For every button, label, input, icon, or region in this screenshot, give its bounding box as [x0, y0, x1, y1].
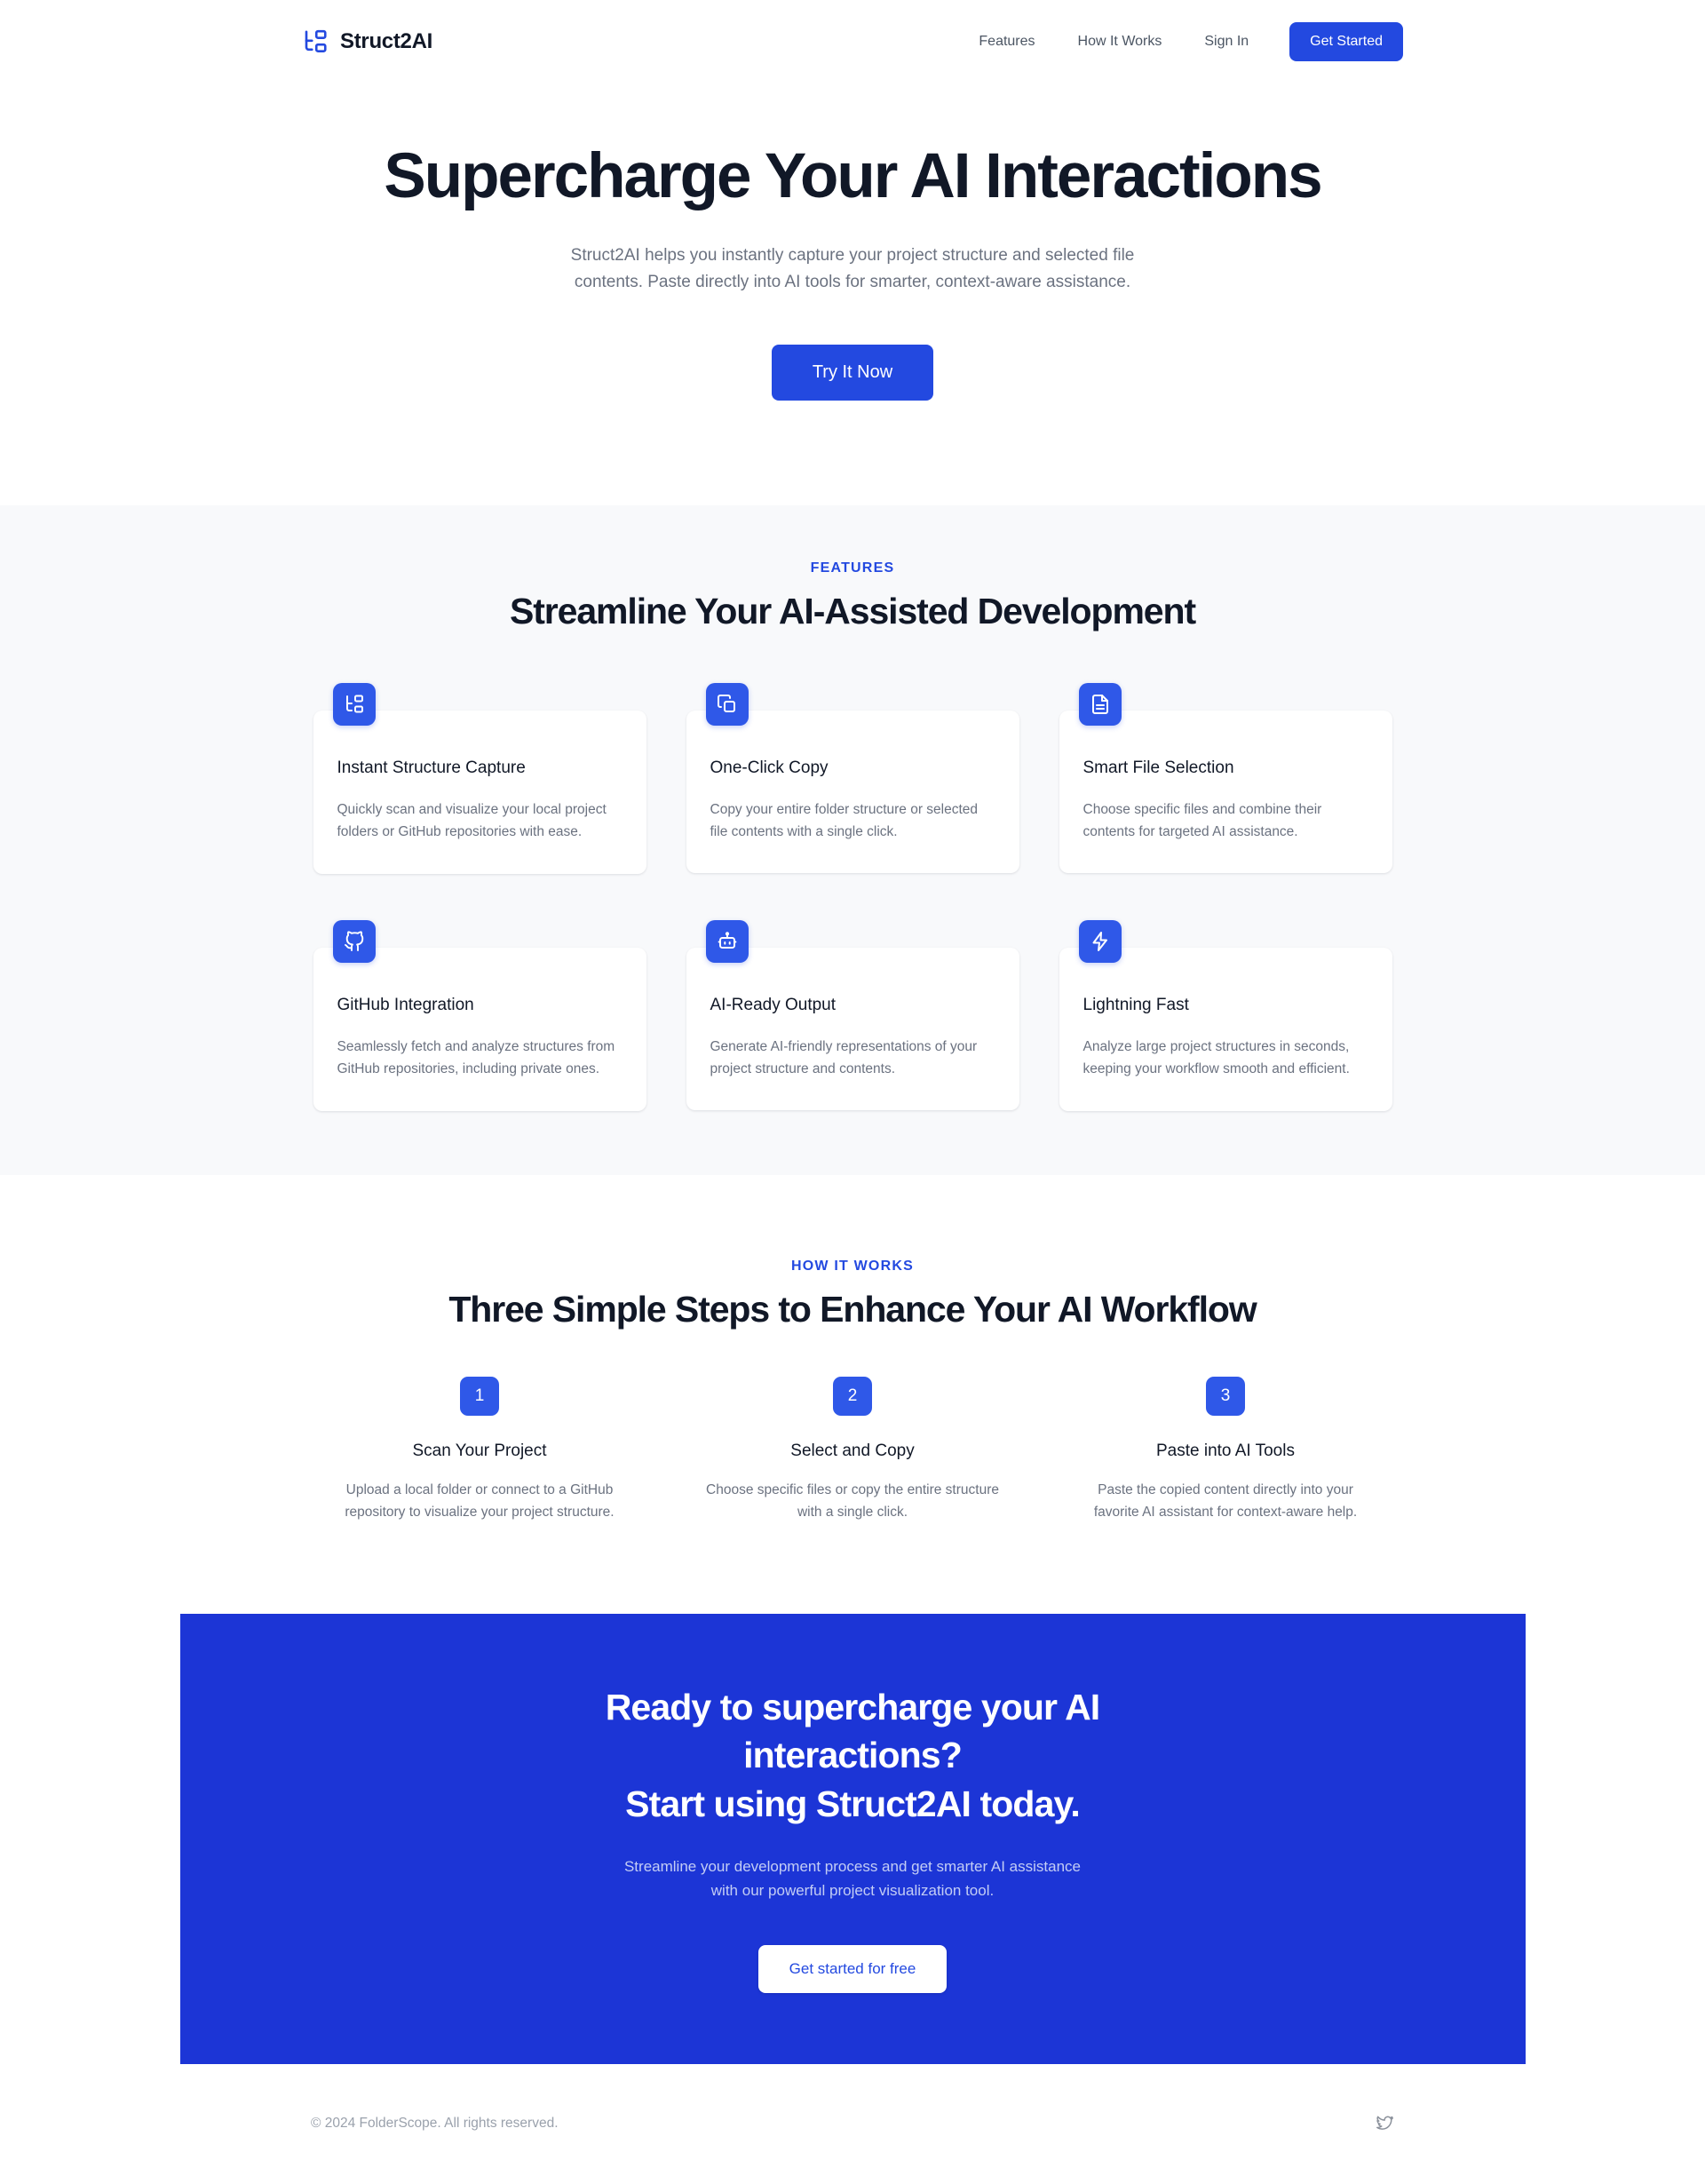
social-links: [1376, 2115, 1394, 2133]
how-it-works-section: HOW IT WORKS Three Simple Steps to Enhan…: [0, 1175, 1705, 1523]
feature-card[interactable]: Smart File Selection Choose specific fil…: [1059, 683, 1392, 874]
feature-card[interactable]: Instant Structure Capture Quickly scan a…: [313, 683, 646, 875]
file-text-icon: [1078, 683, 1122, 727]
top-navigation-bar: Struct2AI Features How It Works Sign In …: [0, 0, 1705, 83]
cta-title-line-2: interactions?: [743, 1735, 963, 1776]
how-it-works-title: Three Simple Steps to Enhance Your AI Wo…: [448, 1289, 1257, 1330]
feature-card-description: Seamlessly fetch and analyze structures …: [337, 1039, 615, 1077]
feature-card-description: Choose specific files and combine their …: [1082, 802, 1322, 840]
feature-card-description: Copy your entire folder structure or sel…: [710, 802, 979, 840]
feature-card-grid: Instant Structure Capture Quickly scan a…: [313, 683, 1392, 1112]
feature-card-body: Instant Structure Capture Quickly scan a…: [313, 711, 646, 875]
nav-link-how-it-works[interactable]: How It Works: [1057, 34, 1184, 50]
feature-card-body: Lightning Fast Analyze large project str…: [1059, 948, 1392, 1112]
hero-section: Supercharge Your AI Interactions Struct2…: [0, 83, 1705, 401]
feature-card[interactable]: One-Click Copy Copy your entire folder s…: [686, 683, 1019, 874]
how-it-works-eyebrow: HOW IT WORKS: [791, 1259, 914, 1275]
cta-banner: Ready to supercharge your AI interaction…: [179, 1614, 1526, 2064]
twitter-icon[interactable]: [1376, 2115, 1394, 2133]
robot-icon: [705, 920, 749, 964]
feature-card-body: AI-Ready Output Generate AI-friendly rep…: [686, 948, 1019, 1111]
feature-card-description: Analyze large project structures in seco…: [1082, 1039, 1350, 1077]
feature-card[interactable]: Lightning Fast Analyze large project str…: [1059, 920, 1392, 1112]
step-description: Paste the copied content directly into y…: [1093, 1482, 1358, 1521]
features-title: Streamline Your AI-Assisted Development: [509, 591, 1196, 632]
feature-card-description: Generate AI-friendly representations of …: [710, 1039, 978, 1077]
hero-cta-wrapper: Try It Now: [0, 345, 1705, 401]
step-number-badge: 2: [833, 1377, 872, 1417]
brand-logo[interactable]: Struct2AI: [302, 28, 432, 55]
get-started-button[interactable]: Get Started: [1289, 22, 1403, 61]
feature-card-title: Smart File Selection: [1082, 758, 1234, 778]
feature-card[interactable]: AI-Ready Output Generate AI-friendly rep…: [686, 920, 1019, 1111]
step-description: Choose specific files or copy the entire…: [706, 1482, 999, 1521]
cta-title-line-3: Start using Struct2AI today.: [625, 1783, 1081, 1824]
feature-card-body: GitHub Integration Seamlessly fetch and …: [313, 948, 646, 1112]
step-title: Paste into AI Tools: [1156, 1441, 1295, 1461]
github-icon: [332, 920, 376, 964]
step-description: Upload a local folder or connect to a Gi…: [345, 1482, 615, 1521]
step-title: Select and Copy: [790, 1441, 915, 1461]
feature-card-description: Quickly scan and visualize your local pr…: [337, 802, 607, 840]
hero-subtitle: Struct2AI helps you instantly capture yo…: [570, 245, 1135, 292]
cta-title-line-1: Ready to supercharge your AI: [605, 1687, 1100, 1728]
nav-link-features[interactable]: Features: [957, 34, 1056, 50]
features-eyebrow: FEATURES: [810, 560, 895, 576]
feature-card[interactable]: GitHub Integration Seamlessly fetch and …: [313, 920, 646, 1112]
structure-tree-icon: [332, 683, 376, 727]
cta-title: Ready to supercharge your AI interaction…: [180, 1683, 1526, 1827]
copy-icon: [705, 683, 749, 727]
features-section: FEATURES Streamline Your AI-Assisted Dev…: [0, 505, 1705, 1176]
feature-card-title: GitHub Integration: [337, 996, 474, 1015]
steps-grid: 1 Scan Your Project Upload a local folde…: [313, 1377, 1392, 1523]
structure-tree-icon: [302, 28, 329, 55]
brand-name: Struct2AI: [340, 29, 432, 53]
step-item: 1 Scan Your Project Upload a local folde…: [313, 1377, 646, 1523]
feature-card-title: Lightning Fast: [1082, 996, 1189, 1015]
step-item: 3 Paste into AI Tools Paste the copied c…: [1059, 1377, 1392, 1523]
nav-link-sign-in[interactable]: Sign In: [1183, 34, 1270, 50]
step-number-badge: 1: [460, 1377, 499, 1417]
hero-title: Supercharge Your AI Interactions: [384, 141, 1322, 211]
feature-card-body: One-Click Copy Copy your entire folder s…: [686, 711, 1019, 874]
footer: © 2024 FolderScope. All rights reserved.: [0, 2064, 1705, 2184]
feature-card-title: AI-Ready Output: [710, 996, 837, 1015]
step-number-badge: 3: [1206, 1377, 1245, 1417]
nav-links: Features How It Works Sign In Get Starte…: [957, 22, 1403, 61]
get-started-for-free-button[interactable]: Get started for free: [757, 1944, 948, 1993]
try-it-now-button[interactable]: Try It Now: [771, 345, 934, 401]
copyright-text: © 2024 FolderScope. All rights reserved.: [311, 2116, 559, 2132]
step-title: Scan Your Project: [412, 1441, 547, 1461]
feature-card-title: One-Click Copy: [710, 758, 829, 778]
feature-card-title: Instant Structure Capture: [337, 758, 526, 778]
step-item: 2 Select and Copy Choose specific files …: [686, 1377, 1019, 1523]
lightning-bolt-icon: [1078, 920, 1122, 964]
cta-subtitle: Streamline your development process and …: [623, 1857, 1082, 1900]
feature-card-body: Smart File Selection Choose specific fil…: [1059, 711, 1392, 874]
